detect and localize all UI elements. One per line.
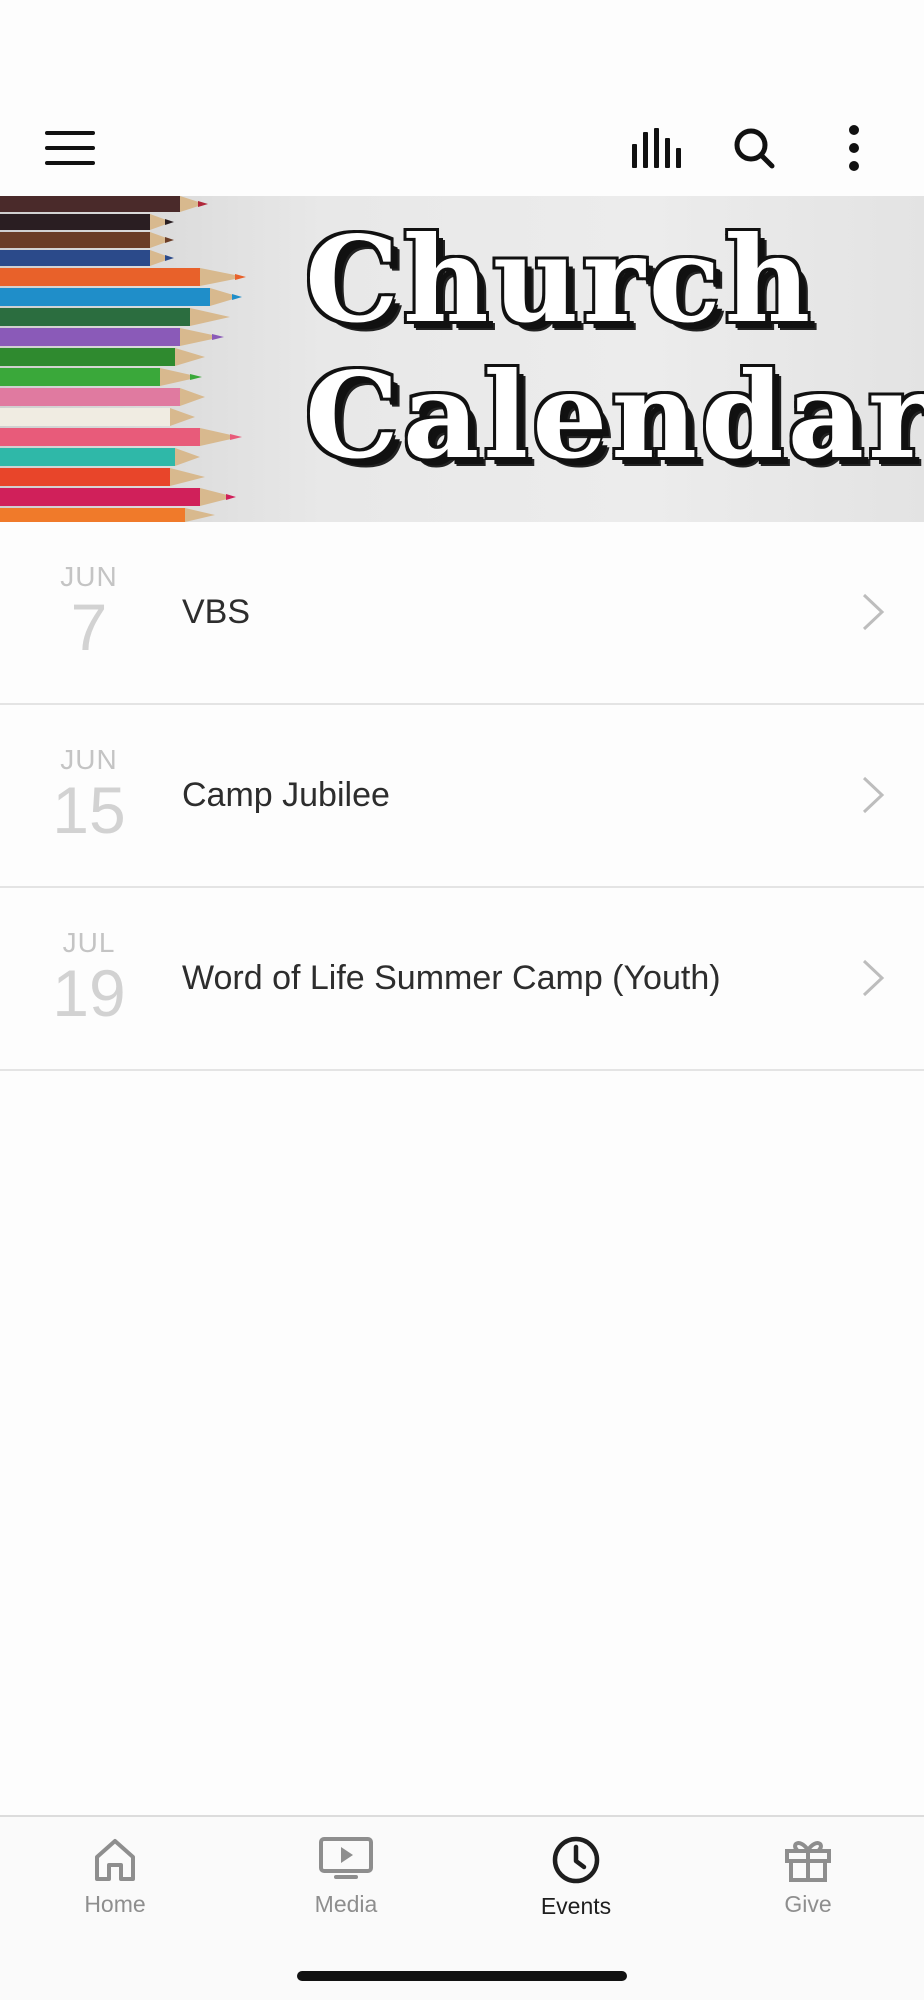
event-month: JUL	[62, 927, 116, 958]
top-toolbar	[0, 100, 924, 196]
more-vertical-icon	[849, 125, 859, 171]
event-date: JUN 15	[40, 744, 138, 847]
colored-pencils-image	[0, 196, 246, 522]
event-row-vbs[interactable]: JUN 7 VBS	[0, 522, 924, 705]
home-icon	[95, 1839, 135, 1881]
tab-label: Media	[314, 1891, 378, 1917]
event-month: JUN	[60, 561, 118, 592]
clock-icon	[552, 1836, 600, 1884]
tab-home[interactable]: Home	[25, 1835, 205, 1945]
event-day: 19	[52, 956, 126, 1030]
event-day: 7	[70, 590, 108, 664]
gift-icon	[785, 1841, 831, 1882]
tab-media[interactable]: Media	[256, 1835, 436, 1945]
event-list: JUN 7 VBS JUN 15 Camp Jubilee JUL 19 Wor…	[0, 522, 924, 1071]
chevron-right-icon	[862, 959, 885, 997]
audio-button[interactable]	[628, 120, 684, 176]
event-title: Word of Life Summer Camp (Youth)	[182, 959, 721, 997]
event-date: JUL 19	[40, 927, 138, 1030]
audio-bars-icon	[632, 128, 681, 168]
church-calendar-banner: Church Calendar	[0, 196, 924, 522]
menu-button[interactable]	[42, 120, 98, 176]
event-month: JUN	[60, 744, 118, 775]
banner-title-line-2: Calendar	[305, 346, 924, 485]
event-title: Camp Jubilee	[182, 776, 390, 814]
event-date: JUN 7	[40, 561, 138, 664]
media-play-icon	[319, 1837, 373, 1879]
tab-label: Home	[84, 1891, 146, 1917]
search-icon	[734, 128, 775, 169]
tab-label: Events	[540, 1893, 612, 1919]
event-row-word-of-life[interactable]: JUL 19 Word of Life Summer Camp (Youth)	[0, 888, 924, 1071]
status-bar	[0, 0, 924, 100]
event-row-camp-jubilee[interactable]: JUN 15 Camp Jubilee	[0, 705, 924, 888]
home-indicator	[297, 1971, 627, 1981]
chevron-right-icon	[862, 776, 885, 814]
more-options-button[interactable]	[826, 120, 882, 176]
tab-label: Give	[784, 1891, 832, 1917]
chevron-right-icon	[862, 593, 885, 631]
event-day: 15	[52, 773, 126, 847]
banner-title-line-1: Church	[305, 210, 815, 349]
tab-give[interactable]: Give	[718, 1835, 898, 1945]
hamburger-menu-icon	[45, 131, 95, 165]
tab-events[interactable]: Events	[486, 1835, 666, 1945]
event-title: VBS	[182, 593, 251, 631]
banner-title: Church Calendar	[305, 210, 924, 485]
search-button[interactable]	[726, 120, 782, 176]
